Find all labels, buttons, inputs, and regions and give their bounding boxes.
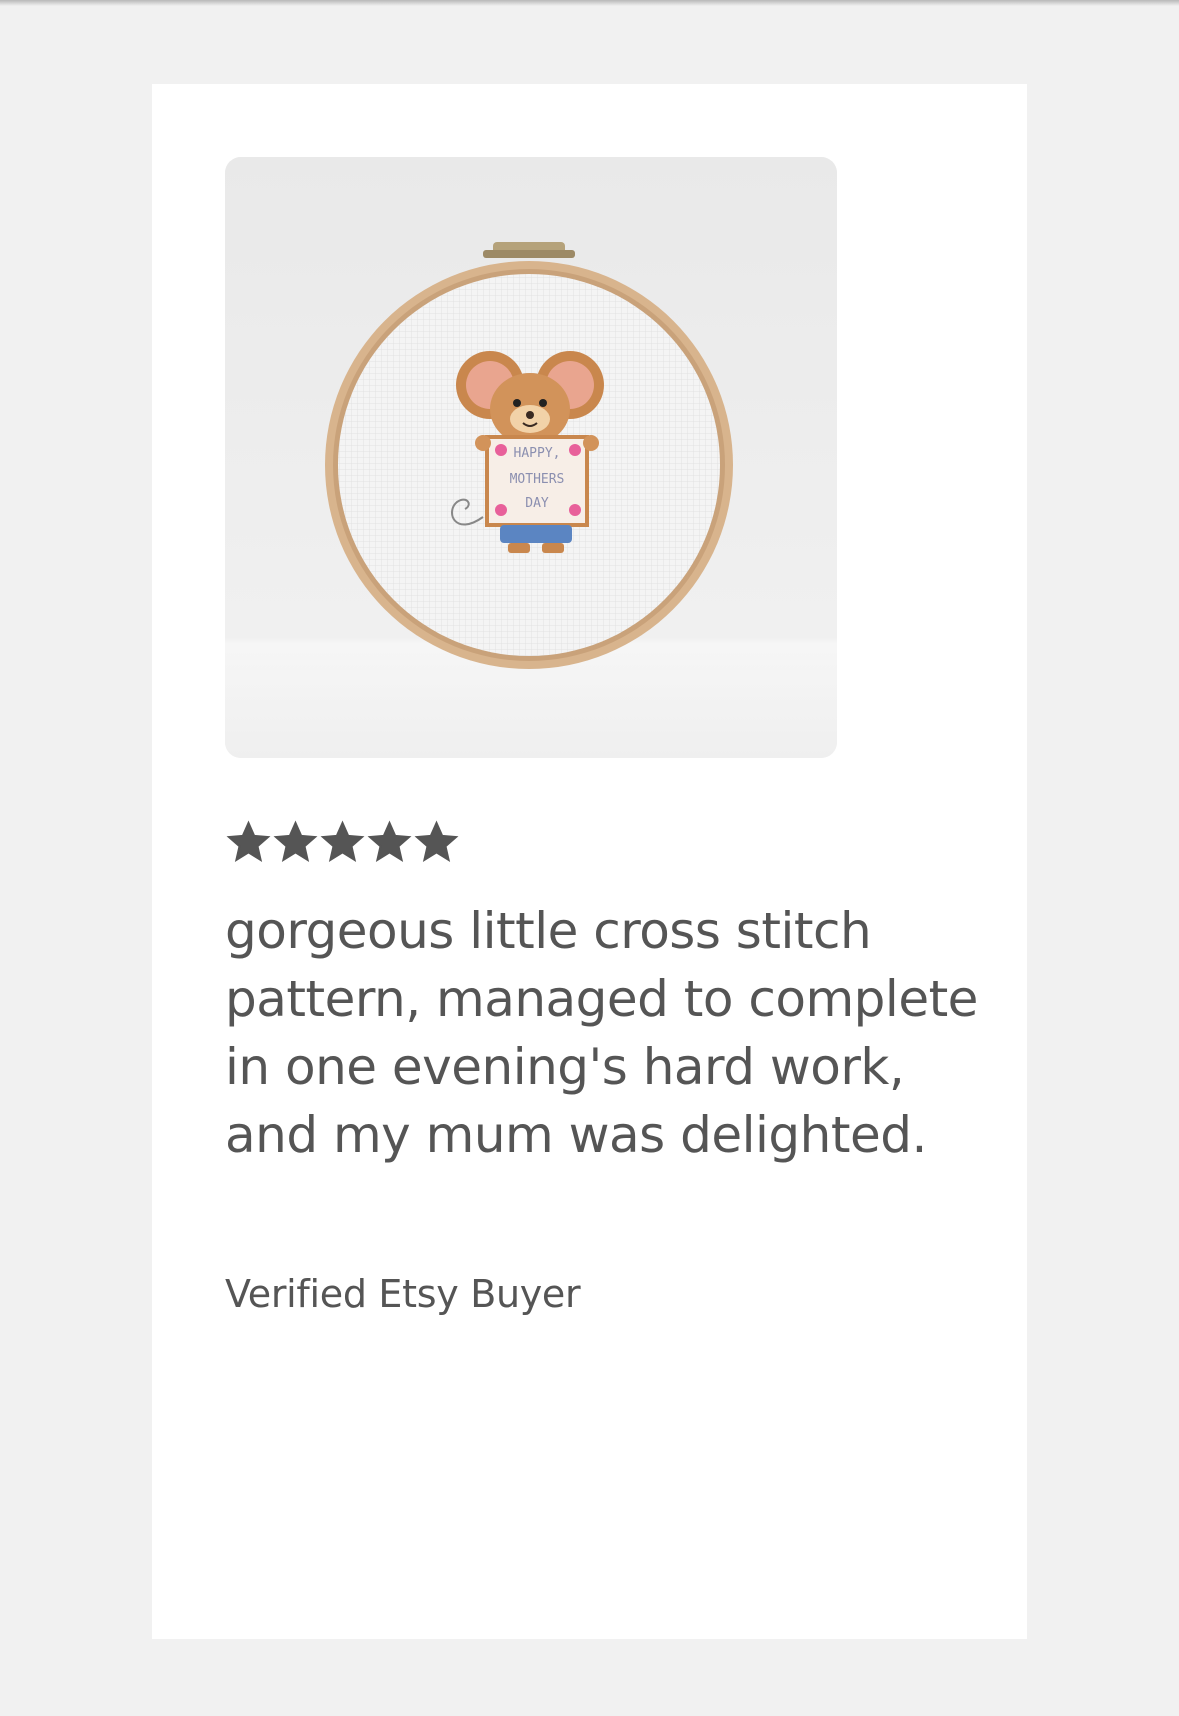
cross-stitch-hoop-image: HAPPY, MOTHERS DAY xyxy=(225,157,837,758)
review-text: gorgeous little cross stitch pattern, ma… xyxy=(225,902,978,1164)
product-image[interactable]: HAPPY, MOTHERS DAY xyxy=(225,157,837,758)
star-icon xyxy=(367,819,412,862)
star-icon xyxy=(320,819,365,862)
top-edge-shadow xyxy=(0,0,1179,6)
star-icon xyxy=(273,819,318,862)
star-icon xyxy=(226,819,271,862)
reviewer-name: Verified Etsy Buyer xyxy=(225,1272,581,1316)
sign-line-2: MOTHERS xyxy=(510,472,565,487)
sign-line-1: HAPPY, xyxy=(514,446,561,461)
review-card: HAPPY, MOTHERS DAY gorgeous little cross… xyxy=(152,84,1027,1639)
star-icon xyxy=(414,819,459,862)
sign-line-3: DAY xyxy=(525,496,549,511)
star-rating xyxy=(225,816,460,866)
